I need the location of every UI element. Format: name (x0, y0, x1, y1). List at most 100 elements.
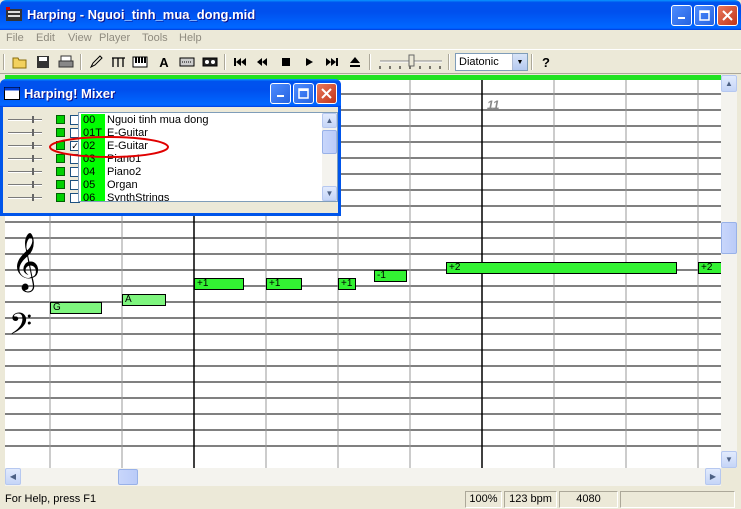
scroll-up-button[interactable]: ▲ (721, 75, 737, 92)
toolbar-separator (80, 54, 82, 70)
note-block[interactable]: +1 (338, 278, 356, 290)
print-button[interactable] (57, 53, 75, 71)
menu-tools[interactable]: Tools (142, 32, 168, 44)
mode-select-value: Diatonic (459, 56, 499, 68)
bass-clef-icon: 𝄢 (9, 308, 32, 349)
close-icon (321, 88, 332, 99)
rewind-icon (257, 58, 267, 66)
piano-icon (132, 56, 148, 68)
toolbar-grip (3, 54, 5, 70)
minimize-icon (277, 95, 284, 97)
note-block[interactable]: +1 (194, 278, 244, 290)
menu-file[interactable]: File (6, 32, 24, 44)
track-list-scroll-thumb[interactable] (322, 130, 337, 154)
play-button[interactable] (300, 53, 318, 71)
help-button[interactable]: ? (537, 53, 555, 71)
mixer-maximize-button[interactable] (293, 83, 314, 104)
save-button[interactable] (34, 53, 52, 71)
chevron-down-icon[interactable]: ▼ (512, 54, 527, 70)
volume-slider[interactable] (8, 181, 42, 188)
menu-view[interactable]: View (68, 32, 92, 44)
track-name: Piano2 (107, 166, 142, 178)
maximize-icon (699, 10, 710, 21)
scroll-right-button[interactable]: ▶ (705, 468, 721, 485)
note-block[interactable]: A (122, 294, 166, 306)
tempo-slider[interactable] (376, 53, 446, 71)
pencil-button[interactable] (87, 53, 105, 71)
horizontal-scroll-thumb[interactable] (118, 469, 138, 485)
menu-bar: File Edit View Player Tools Help (0, 30, 741, 49)
highlight-ellipse (49, 136, 169, 158)
note-block[interactable]: G (50, 302, 102, 314)
track-number: 04 (81, 166, 105, 179)
mixer-title-bar[interactable]: Harping! Mixer (0, 79, 341, 107)
track-indicator (56, 180, 65, 189)
vertical-scroll-thumb[interactable] (721, 222, 737, 254)
scroll-down-button[interactable]: ▼ (322, 186, 337, 201)
toolbar-separator (369, 54, 371, 70)
rewind-button[interactable] (254, 53, 272, 71)
scroll-left-button[interactable]: ◀ (5, 468, 21, 485)
scroll-down-button[interactable]: ▼ (721, 451, 737, 468)
harmonica-icon (179, 57, 195, 67)
close-icon (722, 10, 733, 21)
rewind-start-button[interactable] (231, 53, 249, 71)
menu-edit[interactable]: Edit (36, 32, 55, 44)
track-name: Organ (107, 179, 138, 191)
status-help-text: For Help, press F1 (5, 493, 97, 505)
text-button[interactable]: A (155, 53, 173, 71)
track-controls (8, 114, 80, 127)
toolbar-separator (531, 54, 533, 70)
harmonica-button[interactable] (178, 53, 196, 71)
track-controls (8, 166, 80, 179)
horizontal-scrollbar[interactable]: ◀ ▶ (5, 468, 721, 486)
menu-player[interactable]: Player (99, 32, 130, 44)
eject-button[interactable] (346, 53, 364, 71)
fast-forward-icon (326, 58, 338, 66)
tape-button[interactable] (201, 53, 219, 71)
minimize-icon (678, 17, 685, 19)
app-icon[interactable] (5, 7, 23, 23)
mixer-title: Harping! Mixer (24, 86, 116, 101)
toolbar-separator (448, 54, 450, 70)
skip-start-icon (234, 58, 246, 66)
list-item[interactable]: 00 Nguoi tinh mua dong (79, 114, 322, 127)
maximize-button[interactable] (694, 5, 715, 26)
menu-help[interactable]: Help (179, 32, 202, 44)
track-list-scrollbar[interactable]: ▲ ▼ (322, 113, 337, 201)
volume-slider[interactable] (8, 142, 42, 149)
fast-forward-button[interactable] (323, 53, 341, 71)
track-number: 06 (81, 192, 105, 201)
vertical-scrollbar[interactable]: ▲ ▼ (721, 75, 737, 468)
track-indicator (56, 193, 65, 202)
main-title-bar: Harping - Nguoi_tinh_mua_dong.mid (0, 0, 741, 30)
volume-slider[interactable] (8, 194, 42, 201)
volume-slider[interactable] (8, 116, 42, 123)
status-empty-pane (620, 491, 735, 508)
minimize-button[interactable] (671, 5, 692, 26)
stop-button[interactable] (277, 53, 295, 71)
list-item[interactable]: 04 Piano2 (79, 166, 322, 179)
note-block[interactable]: -1 (374, 270, 407, 282)
note-block[interactable]: +2 (446, 262, 677, 274)
mode-select[interactable]: Diatonic ▼ (455, 53, 528, 71)
toolbar-separator (224, 54, 226, 70)
open-button[interactable] (11, 53, 29, 71)
piano-button[interactable] (131, 53, 149, 71)
volume-slider[interactable] (8, 155, 42, 162)
close-button[interactable] (717, 5, 738, 26)
list-item[interactable]: 05 Organ (79, 179, 322, 192)
list-item[interactable]: 06 SynthStrings (79, 192, 322, 201)
note-block[interactable]: +2 (698, 262, 721, 274)
notes-button[interactable] (110, 53, 128, 71)
volume-slider[interactable] (8, 168, 42, 175)
mixer-close-button[interactable] (316, 83, 337, 104)
status-bar: For Help, press F1 100% 123 bpm 4080 (0, 489, 741, 509)
mixer-minimize-button[interactable] (270, 83, 291, 104)
scroll-up-button[interactable]: ▲ (322, 113, 337, 128)
tape-icon (202, 57, 218, 67)
track-indicator (56, 167, 65, 176)
measure-number: 11 (487, 98, 500, 112)
note-block[interactable]: +1 (266, 278, 302, 290)
volume-slider[interactable] (8, 129, 42, 136)
